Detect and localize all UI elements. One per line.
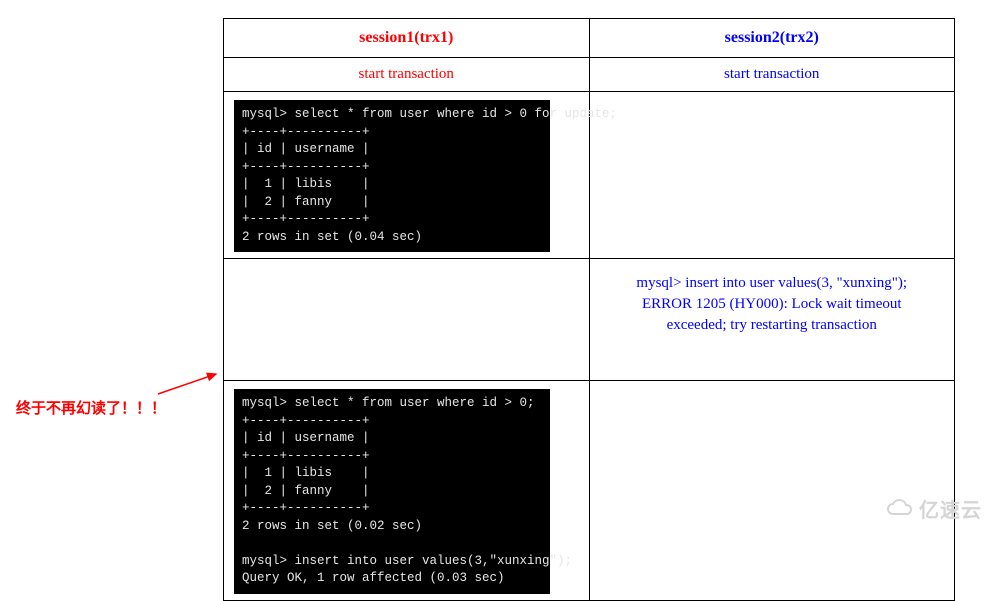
cell-s2-empty1: [589, 92, 955, 259]
sessions-table: session1(trx1) session2(trx2) start tran…: [223, 18, 955, 601]
cell-s2-start: start transaction: [589, 58, 955, 92]
arrow-icon: [154, 370, 222, 398]
annotation-text: 终于不再幻读了！！！: [16, 397, 166, 418]
header-session2: session2(trx2): [589, 19, 955, 58]
cell-s1-empty1: [224, 259, 590, 381]
cell-s1-query2: mysql> select * from user where id > 0; …: [224, 381, 590, 601]
terminal-output-1: mysql> select * from user where id > 0 f…: [234, 100, 550, 252]
cell-s1-start: start transaction: [224, 58, 590, 92]
cell-s1-query1: mysql> select * from user where id > 0 f…: [224, 92, 590, 259]
err-line3: exceeded; try restarting transaction: [667, 317, 877, 333]
cell-s2-empty2: [589, 381, 955, 601]
watermark-text: 亿速云: [919, 494, 982, 523]
err-line2: ERROR 1205 (HY000): Lock wait timeout: [642, 296, 902, 312]
err-line1: mysql> insert into user values(3, "xunxi…: [636, 275, 907, 291]
watermark: 亿速云: [885, 494, 982, 523]
watermark-cloud-icon: [885, 499, 915, 519]
header-session1: session1(trx1): [224, 19, 590, 58]
terminal-output-2: mysql> select * from user where id > 0; …: [234, 389, 550, 594]
cell-s2-error: mysql> insert into user values(3, "xunxi…: [589, 259, 955, 381]
